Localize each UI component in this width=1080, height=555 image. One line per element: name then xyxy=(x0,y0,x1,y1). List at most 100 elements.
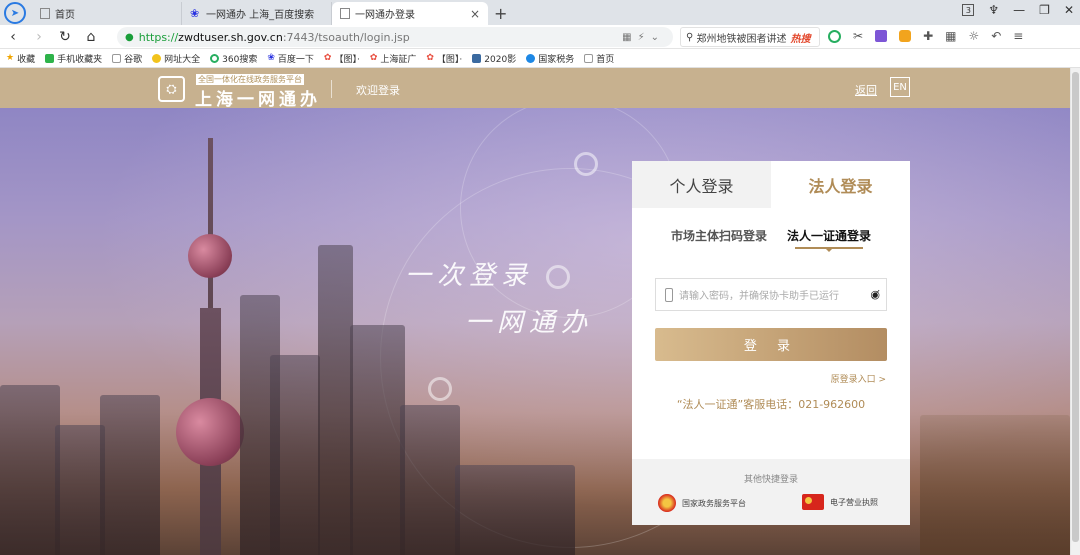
building xyxy=(400,405,460,555)
search-box[interactable]: ⚲ 郑州地铁被困者讲述 热搜 xyxy=(680,27,820,47)
menu-icon[interactable]: ≡ xyxy=(1013,29,1023,43)
flower-icon: ✿ xyxy=(426,53,434,63)
tab-count-icon[interactable]: 3 xyxy=(962,4,975,16)
bookmark-360[interactable]: 360搜索 xyxy=(210,52,257,65)
old-login-entry-link[interactable]: 原登录入口 > xyxy=(831,372,886,385)
360-icon xyxy=(210,53,220,63)
flower-icon: ✿ xyxy=(369,53,378,63)
bookmark-pic-2[interactable]: ✿ 【图】· xyxy=(426,52,462,65)
back-link[interactable]: 返回 xyxy=(855,82,877,98)
bookmark-favorites[interactable]: ★ 收藏 xyxy=(6,52,35,65)
restore-icon[interactable]: ❐ xyxy=(1039,3,1050,17)
back-arrow-icon[interactable]: ‹ xyxy=(0,29,26,45)
building xyxy=(0,385,60,555)
orange-extension-icon[interactable] xyxy=(899,30,912,42)
url-path: :7443/tsoauth/login.jsp xyxy=(282,30,410,44)
quick-license-label: 电子营业执照 xyxy=(830,497,878,507)
building xyxy=(350,325,405,555)
bookmark-mobile[interactable]: 手机收藏夹 xyxy=(45,52,102,65)
login-tabs: 个人登录 法人登录 xyxy=(632,161,910,208)
building xyxy=(100,395,160,555)
bookmark-pic-1[interactable]: ✿ 【图】· xyxy=(324,52,360,65)
language-switch[interactable]: EN xyxy=(890,77,910,97)
brightness-icon[interactable]: ☼ xyxy=(968,29,979,43)
page-scrollbar[interactable] xyxy=(1070,68,1080,555)
page-content: 一次登录 一网通办 ⛭ 全国一体化在线政务服务平台 上海一网通办 欢迎登录 返回… xyxy=(0,68,1070,555)
quick-login-panel: 其他快捷登录 国家政务服务平台 电子营业执照 xyxy=(632,459,910,525)
national-emblem-icon xyxy=(658,494,676,512)
star-icon: ★ xyxy=(6,53,15,63)
logo-icon[interactable]: ⛭ xyxy=(158,76,185,102)
shirt-icon[interactable]: ♆ xyxy=(988,3,999,17)
bookmark-2020[interactable]: 2020影 xyxy=(472,52,516,65)
bookmark-shanghai[interactable]: ✿ 上海証广 xyxy=(370,52,417,65)
scrollbar-thumb[interactable] xyxy=(1072,72,1079,542)
building xyxy=(920,415,1070,555)
baidu-paw-icon: ❀ xyxy=(267,53,275,63)
reload-icon[interactable]: ↻ xyxy=(52,29,78,45)
tab-scan-login[interactable]: 市场主体扫码登录 xyxy=(671,227,767,244)
lock-icon: ● xyxy=(125,31,134,43)
quick-gov-label: 国家政务服务平台 xyxy=(682,498,746,508)
building xyxy=(270,355,320,555)
login-method-tabs: 市场主体扫码登录 法人一证通登录 xyxy=(632,227,910,252)
bookmark-baidu[interactable]: ❀ 百度一下 xyxy=(267,52,314,65)
bookmark-google[interactable]: 谷歌 xyxy=(112,52,142,65)
bookmark-home[interactable]: 首页 xyxy=(584,52,614,65)
bookmark-tax[interactable]: 国家税务 xyxy=(526,52,574,65)
header-divider xyxy=(331,80,332,98)
address-bar[interactable]: ● https:// zwdtuser.sh.gov.cn :7443/tsoa… xyxy=(117,27,673,47)
quick-login-title: 其他快捷登录 xyxy=(743,475,798,485)
building xyxy=(318,245,353,555)
film-icon xyxy=(472,53,482,63)
baidu-paw-icon: ❀ xyxy=(190,7,200,20)
page-icon xyxy=(340,8,350,19)
new-tab-icon[interactable]: + xyxy=(494,4,507,23)
home-icon[interactable]: ⌂ xyxy=(78,29,104,45)
close-window-icon[interactable]: ✕ xyxy=(1064,3,1074,17)
decor-ring xyxy=(574,152,598,176)
quick-login-license[interactable]: 电子营业执照 xyxy=(802,494,878,510)
game-icon[interactable]: ✚ xyxy=(923,29,933,43)
site-header: ⛭ 全国一体化在线政务服务平台 上海一网通办 欢迎登录 返回 EN xyxy=(0,68,1070,110)
scissors-icon[interactable]: ✂ xyxy=(853,29,863,43)
grid-icon[interactable]: ▦ xyxy=(945,29,956,43)
green-circle-icon[interactable] xyxy=(828,29,841,43)
browser-tab-bar: ➤ 首页 ❀ 一网通办 上海_百度搜索 一网通办登录 × + 3 ♆ — ❐ ✕ xyxy=(0,0,1080,25)
logo-title[interactable]: 上海一网通办 xyxy=(195,85,321,110)
quick-login-gov[interactable]: 国家政务服务平台 xyxy=(658,494,746,512)
url-host: zwdtuser.sh.gov.cn xyxy=(178,30,283,44)
page-icon xyxy=(112,53,122,63)
smile-icon xyxy=(152,53,162,63)
bookmark-hao[interactable]: 网址大全 xyxy=(152,52,200,65)
undo-icon[interactable]: ↶ xyxy=(991,29,1001,43)
browser-nav-bar: ‹ › ↻ ⌂ ● https:// zwdtuser.sh.gov.cn :7… xyxy=(0,25,1080,49)
purple-extension-icon[interactable] xyxy=(875,30,888,42)
building xyxy=(55,425,105,555)
minimize-icon[interactable]: — xyxy=(1013,3,1025,17)
toolbar-extensions: ✂ ✚ ▦ ☼ ↶ ≡ xyxy=(828,29,1023,43)
tab-cert-label: 法人一证通登录 xyxy=(787,229,872,243)
tab-legal-login[interactable]: 法人登录 xyxy=(771,161,910,208)
login-button[interactable]: 登 录 xyxy=(655,328,887,361)
slogan-line-1: 一次登录 xyxy=(405,261,534,291)
forward-arrow-icon[interactable]: › xyxy=(26,29,52,45)
tab-baidu-search[interactable]: ❀ 一网通办 上海_百度搜索 xyxy=(182,2,332,25)
tab-cert-login[interactable]: 法人一证通登录 xyxy=(787,227,872,252)
close-tab-icon[interactable]: × xyxy=(470,7,480,21)
usb-key-icon xyxy=(665,287,673,302)
tower-lower-sphere xyxy=(176,398,244,466)
tab-home[interactable]: 首页 xyxy=(32,2,182,25)
browser-logo-icon[interactable]: ➤ xyxy=(4,2,26,24)
eye-hidden-icon[interactable]: ◉̸ xyxy=(870,288,880,301)
tax-icon xyxy=(526,53,536,63)
tab-title: 首页 xyxy=(55,10,75,21)
bookmarks-bar: ★ 收藏 手机收藏夹 谷歌 网址大全 360搜索 ❀ 百度一下 ✿ 【图】· ✿ 上海証… xyxy=(0,49,1080,68)
hotline-text: “法人一证通”客服电话：021-962600 xyxy=(676,398,866,411)
tab-login[interactable]: 一网通办登录 × xyxy=(332,2,488,25)
tab-personal-login[interactable]: 个人登录 xyxy=(632,161,771,208)
logo-tagline: 全国一体化在线政务服务平台 xyxy=(196,74,304,85)
password-input[interactable]: 请输入密码，并确保协卡助手已运行 ◉̸ xyxy=(655,278,887,311)
building xyxy=(455,465,575,555)
address-actions-icon[interactable]: ▦⚡⌄ xyxy=(622,32,665,43)
